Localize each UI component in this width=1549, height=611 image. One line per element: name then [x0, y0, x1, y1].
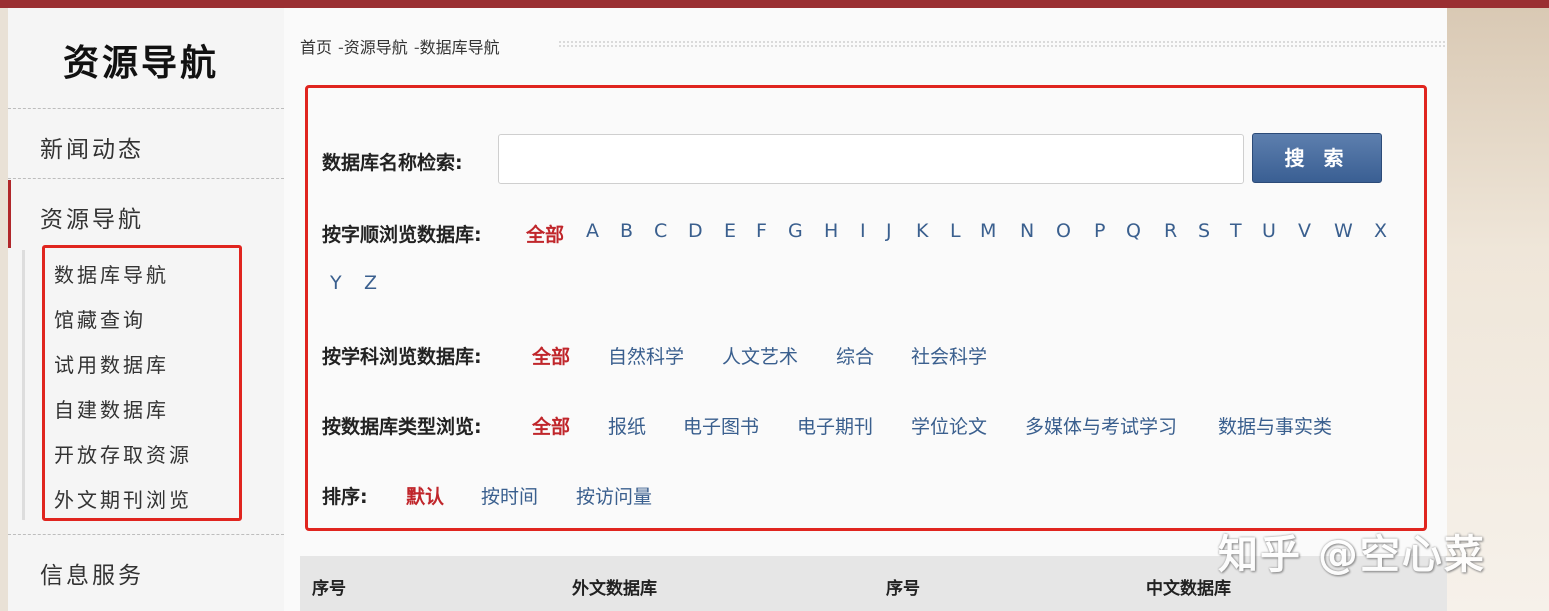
- alpha-letter[interactable]: M: [980, 220, 996, 242]
- subject-option[interactable]: 社会科学: [911, 342, 987, 369]
- sidebar-subitem-foreign-journals[interactable]: 外文期刊浏览: [54, 484, 192, 513]
- alpha-letter[interactable]: N: [1020, 220, 1034, 242]
- alpha-letter[interactable]: F: [756, 220, 767, 242]
- sort-label: 排序:: [322, 486, 368, 508]
- alpha-letter[interactable]: I: [860, 220, 866, 242]
- breadcrumb-current: 数据库导航: [419, 38, 500, 57]
- sidebar-item-resource-nav[interactable]: 资源导航: [40, 200, 144, 234]
- page-background-right: [1447, 8, 1549, 611]
- table-header-index: 序号: [886, 579, 920, 599]
- sidebar-subitem-self-built-databases[interactable]: 自建数据库: [54, 394, 169, 423]
- dbtype-option-all[interactable]: 全部: [532, 412, 570, 439]
- alpha-letter[interactable]: Q: [1126, 220, 1141, 242]
- search-label: 数据库名称检索:: [322, 152, 463, 174]
- subject-option[interactable]: 人文艺术: [722, 342, 798, 369]
- alpha-letter[interactable]: H: [824, 220, 838, 242]
- breadcrumb: 首页 -资源导航 -数据库导航: [300, 34, 500, 58]
- alpha-letter[interactable]: K: [916, 220, 928, 242]
- alpha-letter[interactable]: W: [1334, 220, 1353, 242]
- breadcrumb-resource-nav[interactable]: 资源导航: [344, 38, 408, 57]
- alpha-letter[interactable]: U: [1262, 220, 1276, 242]
- alpha-letter[interactable]: Z: [364, 272, 377, 294]
- alpha-letter[interactable]: C: [654, 220, 667, 242]
- sidebar-subitem-collection-search[interactable]: 馆藏查询: [54, 304, 146, 333]
- sidebar-divider: [8, 108, 284, 109]
- dbtype-option[interactable]: 数据与事实类: [1218, 412, 1332, 439]
- sidebar-divider: [8, 178, 284, 179]
- page-background-left: [0, 8, 8, 611]
- subject-option[interactable]: 自然科学: [608, 342, 684, 369]
- filter-panel: 数据库名称检索: 搜 索 按字顺浏览数据库: 全部 A B C D E F G …: [305, 85, 1427, 531]
- alpha-letter[interactable]: G: [788, 220, 803, 242]
- dbtype-option[interactable]: 电子图书: [683, 412, 759, 439]
- alpha-browse-label: 按字顺浏览数据库:: [322, 224, 482, 246]
- dbtype-browse-label: 按数据库类型浏览:: [322, 416, 482, 438]
- sidebar-item-news[interactable]: 新闻动态: [40, 130, 144, 164]
- breadcrumb-home[interactable]: 首页: [300, 38, 332, 57]
- sort-option-by-time[interactable]: 按时间: [481, 482, 538, 509]
- sidebar-active-indicator: [8, 180, 11, 248]
- sidebar-divider: [8, 534, 284, 535]
- table-header-foreign-db: 外文数据库: [572, 579, 657, 599]
- sidebar-title: 资源导航: [62, 43, 219, 84]
- dbtype-option[interactable]: 电子期刊: [797, 412, 873, 439]
- sidebar-item-info-services[interactable]: 信息服务: [40, 556, 144, 590]
- main-content: 首页 -资源导航 -数据库导航 数据库名称检索: 搜 索 按字顺浏览数据库: 全部 …: [284, 8, 1447, 611]
- alpha-letter[interactable]: L: [950, 220, 961, 242]
- search-input[interactable]: [498, 134, 1244, 184]
- sidebar-subitem-database-nav[interactable]: 数据库导航: [54, 259, 169, 288]
- table-header-index: 序号: [312, 579, 346, 599]
- dbtype-option[interactable]: 报纸: [608, 412, 646, 439]
- alpha-letter[interactable]: J: [886, 220, 892, 242]
- sidebar-subitem-trial-databases[interactable]: 试用数据库: [54, 349, 169, 378]
- alpha-letter[interactable]: D: [688, 220, 703, 242]
- sort-option-by-visits[interactable]: 按访问量: [576, 482, 652, 509]
- dbtype-option[interactable]: 多媒体与考试学习: [1025, 412, 1177, 439]
- alpha-letter[interactable]: A: [586, 220, 599, 242]
- subject-browse-label: 按学科浏览数据库:: [322, 346, 482, 368]
- alpha-letter[interactable]: V: [1298, 220, 1311, 242]
- alpha-letter[interactable]: T: [1230, 220, 1242, 242]
- alpha-letter[interactable]: Y: [330, 272, 342, 294]
- alpha-letter[interactable]: O: [1056, 220, 1071, 242]
- alpha-letter[interactable]: P: [1094, 220, 1105, 242]
- sidebar-subitem-open-access[interactable]: 开放存取资源: [54, 439, 192, 468]
- alpha-option-all[interactable]: 全部: [526, 220, 564, 247]
- alpha-letter[interactable]: R: [1164, 220, 1177, 242]
- top-banner-bar: [0, 0, 1549, 8]
- subnav-rail: [22, 250, 25, 520]
- alpha-letter[interactable]: E: [724, 220, 736, 242]
- subject-option[interactable]: 综合: [836, 342, 874, 369]
- search-button[interactable]: 搜 索: [1252, 133, 1382, 183]
- subject-option-all[interactable]: 全部: [532, 342, 570, 369]
- alpha-letter[interactable]: B: [620, 220, 633, 242]
- dbtype-option[interactable]: 学位论文: [911, 412, 987, 439]
- alpha-letter[interactable]: X: [1374, 220, 1387, 242]
- watermark: 知乎 @空心菜: [1218, 532, 1486, 578]
- sort-option-default[interactable]: 默认: [406, 482, 444, 509]
- alpha-letter[interactable]: S: [1198, 220, 1210, 242]
- breadcrumb-dotted-line: [558, 40, 1446, 48]
- sidebar: 资源导航 新闻动态 资源导航 数据库导航 馆藏查询 试用数据库 自建数据库 开放…: [8, 8, 284, 611]
